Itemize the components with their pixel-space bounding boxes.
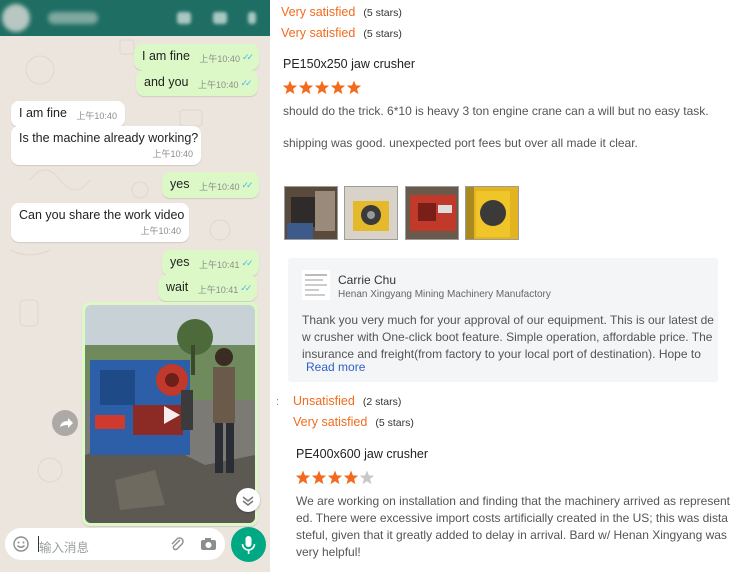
message-time: 上午10:40 xyxy=(140,226,181,236)
review-photo[interactable] xyxy=(465,186,519,240)
review-photo[interactable] xyxy=(344,186,398,240)
rating-count: (2 stars) xyxy=(362,396,402,408)
message-time: 上午10:40 xyxy=(76,111,117,121)
reply-line: w crusher with One-click boot feature. S… xyxy=(302,330,713,344)
message-text: I am fine xyxy=(142,49,190,63)
message-time: 上午10:40 xyxy=(198,182,240,192)
read-receipt-icon: ✓✓ xyxy=(240,283,252,293)
message-text: Is the machine already working? xyxy=(19,131,199,145)
review-text: We are working on installation and findi… xyxy=(296,493,730,561)
seller-reply: Carrie Chu Henan Xingyang Mining Machine… xyxy=(288,258,718,382)
star-empty-icon xyxy=(359,470,375,485)
video-message-bubble[interactable] xyxy=(82,302,258,526)
rating-summary-row: Very satisfied (5 stars) xyxy=(281,5,402,19)
review-text: should do the trick. 6*10 is heavy 3 ton… xyxy=(283,104,709,118)
star-filled-icon xyxy=(311,470,327,485)
star-filled-icon xyxy=(295,470,311,485)
scroll-down-icon[interactable] xyxy=(236,488,260,512)
rating-label: Unsatisfied xyxy=(293,394,355,408)
reply-line: Thank you very much for your approval of… xyxy=(302,313,714,327)
message-text: wait xyxy=(166,280,189,294)
review-line: steful, given that it greatly added to d… xyxy=(296,528,727,542)
message-bubble-outgoing[interactable]: yes 上午10:40 ✓✓ xyxy=(162,172,259,198)
message-bubble-outgoing[interactable]: and you 上午10:40 ✓✓ xyxy=(136,70,258,96)
message-bubble-outgoing[interactable]: I am fine 上午10:40 ✓✓ xyxy=(134,44,260,70)
seller-name: Carrie Chu xyxy=(338,273,397,287)
message-time: 上午10:40 xyxy=(199,54,240,64)
star-filled-icon xyxy=(330,80,346,95)
read-receipt-icon: ✓✓ xyxy=(241,258,253,268)
rating-summary-row: Very satisfied (5 stars) xyxy=(281,26,402,40)
microphone-button[interactable] xyxy=(231,527,266,562)
message-time: 上午10:40 xyxy=(197,80,239,90)
review-line: very helpful! xyxy=(296,545,361,559)
message-bubble-incoming[interactable]: Can you share the work video 上午10:40 xyxy=(11,203,189,242)
message-text: yes xyxy=(170,255,190,269)
review-star-rating xyxy=(282,80,362,95)
forward-icon[interactable] xyxy=(52,410,78,436)
review-star-rating xyxy=(295,470,375,485)
separator-mark: : xyxy=(276,396,280,408)
star-filled-icon xyxy=(327,470,343,485)
review-line: We are working on installation and findi… xyxy=(296,494,731,508)
review-photo[interactable] xyxy=(284,186,338,240)
company-logo xyxy=(302,270,330,300)
message-text: yes xyxy=(170,177,190,191)
reviews-panel: Very satisfied (5 stars) Very satisfied (5… xyxy=(270,0,750,572)
chat-header xyxy=(0,0,270,36)
message-time: 上午10:41 xyxy=(198,260,240,270)
rating-summary-row: Unsatisfied (2 stars) xyxy=(293,394,401,408)
message-time: 上午10:41 xyxy=(197,285,239,295)
message-text: and you xyxy=(144,75,189,89)
star-filled-icon xyxy=(346,80,362,95)
microphone-icon xyxy=(241,536,256,554)
read-receipt-icon: ✓✓ xyxy=(240,78,253,88)
message-bubble-outgoing[interactable]: wait 上午10:41 ✓✓ xyxy=(158,275,258,301)
message-time: 上午10:40 xyxy=(152,149,193,159)
chat-panel: I am fine 上午10:40 ✓✓ and you 上午10:40 ✓✓ I … xyxy=(0,0,270,572)
rating-count: (5 stars) xyxy=(375,417,414,429)
star-filled-icon xyxy=(343,470,359,485)
message-input[interactable]: 输入消息 xyxy=(39,537,89,556)
review-text: shipping was good. unexpected port fees … xyxy=(283,136,638,150)
emoji-icon[interactable] xyxy=(13,536,29,552)
video-call-icon[interactable] xyxy=(177,12,191,24)
more-menu-icon[interactable] xyxy=(248,12,256,24)
review-product-title[interactable]: PE150x250 jaw crusher xyxy=(283,57,415,71)
phone-call-icon[interactable] xyxy=(213,12,227,24)
message-text: Can you share the work video xyxy=(19,208,185,222)
rating-count: (5 stars) xyxy=(363,7,402,19)
review-product-title[interactable]: PE400x600 jaw crusher xyxy=(296,447,428,461)
rating-label: Very satisfied xyxy=(281,26,356,40)
read-more-link[interactable]: Read more xyxy=(306,360,365,374)
rating-label: Very satisfied xyxy=(293,415,368,429)
rating-count: (5 stars) xyxy=(363,28,402,40)
star-filled-icon xyxy=(282,80,298,95)
video-thumbnail[interactable] xyxy=(85,305,255,523)
message-input-bar[interactable]: 输入消息 xyxy=(5,528,225,560)
review-line: ed. There were excessive import costs ar… xyxy=(296,511,728,525)
read-receipt-icon: ✓✓ xyxy=(241,52,254,62)
star-filled-icon xyxy=(314,80,330,95)
rating-label: Very satisfied xyxy=(281,5,356,19)
attach-icon[interactable] xyxy=(169,536,185,552)
contact-avatar[interactable] xyxy=(2,4,30,32)
camera-icon[interactable] xyxy=(200,536,217,552)
review-photo[interactable] xyxy=(405,186,459,240)
seller-company: Henan Xingyang Mining Machinery Manufact… xyxy=(338,289,551,300)
message-bubble-incoming[interactable]: I am fine 上午10:40 xyxy=(11,101,125,127)
rating-summary-row: Very satisfied (5 stars) xyxy=(293,415,414,429)
message-bubble-incoming[interactable]: Is the machine already working? 上午10:40 xyxy=(11,126,201,165)
play-icon[interactable] xyxy=(156,401,184,429)
message-text: I am fine xyxy=(19,106,67,120)
contact-name-blurred[interactable] xyxy=(48,12,98,24)
seller-reply-text: Thank you very much for your approval of… xyxy=(302,312,718,363)
read-receipt-icon: ✓✓ xyxy=(241,180,253,190)
message-bubble-outgoing[interactable]: yes 上午10:41 ✓✓ xyxy=(162,250,259,276)
star-filled-icon xyxy=(298,80,314,95)
